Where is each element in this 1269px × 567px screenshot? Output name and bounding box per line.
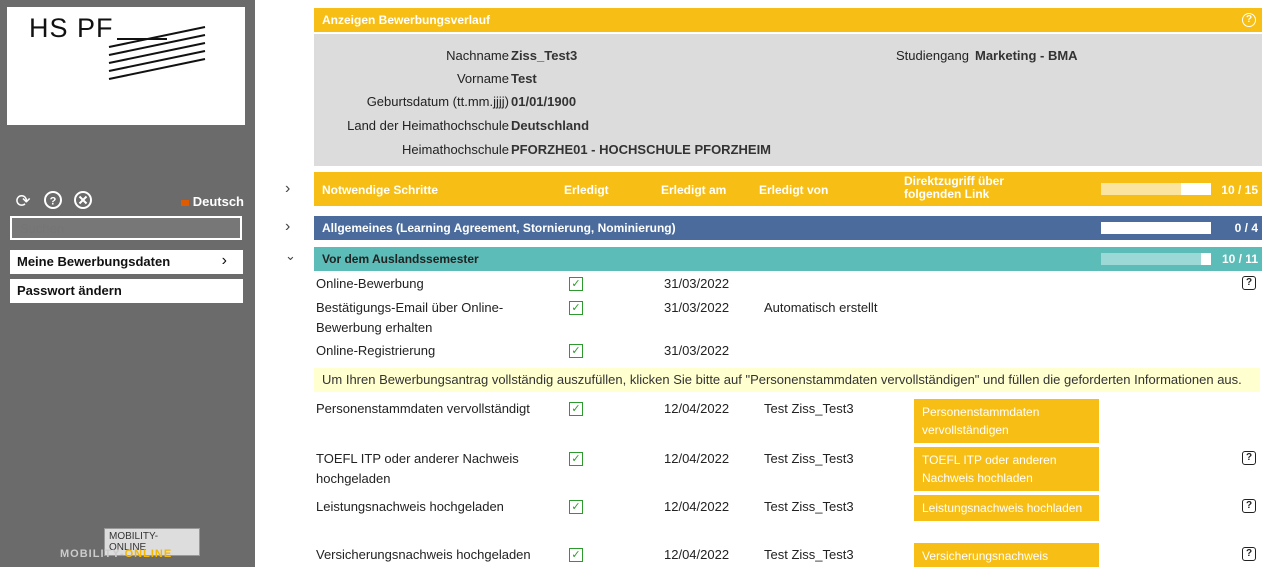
info-value-vorname: Test bbox=[511, 71, 537, 86]
section-allgemeines[interactable]: Allgemeines (Learning Agreement, Stornie… bbox=[314, 216, 1262, 240]
step-done-by: Test Ziss_Test3 bbox=[764, 499, 854, 514]
steps-progress-text: 10 / 15 bbox=[1221, 183, 1258, 197]
link-versicherungsnachweis-button[interactable]: Versicherungsnachweis bbox=[914, 543, 1099, 567]
step-done-by: Test Ziss_Test3 bbox=[764, 451, 854, 466]
sidebar-tools: ⟳ ? Deutsch bbox=[12, 190, 244, 212]
checkbox-checked-icon: ✓ bbox=[569, 344, 583, 358]
checkbox-checked-icon: ✓ bbox=[569, 277, 583, 291]
refresh-icon[interactable]: ⟳ bbox=[12, 190, 34, 212]
info-label-vorname: Vorname bbox=[456, 71, 509, 86]
col-header-erledigt-am: Erledigt am bbox=[661, 183, 727, 197]
logo-text: HS PF bbox=[29, 13, 114, 43]
steps-header: Notwendige Schritte Erledigt Erledigt am… bbox=[314, 172, 1262, 206]
chevron-down-icon[interactable]: ⌄ bbox=[285, 248, 296, 264]
main-content: Anzeigen Bewerbungsverlauf ? Nachname Zi… bbox=[314, 8, 1262, 166]
step-date: 12/04/2022 bbox=[664, 451, 730, 466]
checkbox-checked-icon: ✓ bbox=[569, 548, 583, 562]
page-header: Anzeigen Bewerbungsverlauf ? bbox=[314, 8, 1262, 32]
info-notice: Um Ihren Bewerbungsantrag vollständig au… bbox=[314, 368, 1260, 392]
university-logo: HS PF bbox=[7, 7, 245, 125]
language-label: Deutsch bbox=[192, 194, 244, 209]
page: HS PF ⟳ ? Deutsch Meine B bbox=[0, 0, 1269, 567]
step-name: Versicherungsnachweis hochgeladen bbox=[316, 547, 531, 562]
info-label-geburtsdatum: Geburtsdatum (tt.mm.jjjj) bbox=[366, 94, 509, 109]
checkbox-checked-icon: ✓ bbox=[569, 452, 583, 466]
allgemeines-progress-track bbox=[1101, 222, 1211, 234]
step-date: 12/04/2022 bbox=[664, 499, 730, 514]
info-label-land: Land der Heimathochschule bbox=[347, 118, 509, 133]
col-header-erledigt: Erledigt bbox=[564, 183, 609, 197]
wordmark-part-1: MOBILITY- bbox=[60, 548, 125, 560]
flag-icon bbox=[180, 199, 189, 206]
vor-progress-track bbox=[1101, 253, 1211, 265]
info-value-heimathochschule: PFORZHE01 - HOCHSCHULE PFORZHEIM bbox=[511, 142, 772, 157]
link-leistungsnachweis-button[interactable]: Leistungsnachweis hochladen bbox=[914, 495, 1099, 521]
checkbox-checked-icon: ✓ bbox=[569, 301, 583, 315]
step-done-by: Test Ziss_Test3 bbox=[764, 547, 854, 562]
step-name: Personenstammdaten vervollständigt bbox=[316, 401, 530, 416]
svg-text:?: ? bbox=[50, 196, 57, 208]
step-date: 12/04/2022 bbox=[664, 547, 730, 562]
logo-lines-icon bbox=[108, 26, 206, 80]
nav-item-label: Passwort ändern bbox=[17, 283, 122, 298]
vor-progress-text: 10 / 11 bbox=[1221, 252, 1258, 266]
help-icon[interactable]: ? bbox=[1242, 451, 1256, 465]
help-icon[interactable]: ? bbox=[1242, 13, 1256, 27]
help-icon[interactable]: ? bbox=[42, 190, 64, 212]
col-header-link: Direktzugriff über folgenden Link bbox=[904, 174, 1005, 201]
wordmark-part-2: ONLINE bbox=[124, 548, 173, 560]
chevron-right-icon[interactable]: › bbox=[285, 218, 290, 236]
applicant-info: Nachname Ziss_Test3 Vorname Test Geburts… bbox=[314, 34, 1262, 166]
close-icon[interactable] bbox=[72, 190, 94, 212]
search-input[interactable] bbox=[10, 216, 242, 240]
link-personenstammdaten-button[interactable]: Personenstammdaten vervollständigen bbox=[914, 399, 1099, 443]
step-date: 31/03/2022 bbox=[664, 300, 730, 315]
chevron-right-icon[interactable]: › bbox=[285, 180, 290, 198]
section-title: Allgemeines (Learning Agreement, Stornie… bbox=[322, 221, 676, 235]
nav-item-bewerbungsdaten[interactable]: Meine Bewerbungsdaten › bbox=[10, 250, 243, 274]
checkbox-checked-icon: ✓ bbox=[569, 500, 583, 514]
nav-item-passwort[interactable]: Passwort ändern bbox=[10, 279, 243, 303]
vor-progress-fill bbox=[1101, 253, 1202, 265]
step-date: 12/04/2022 bbox=[664, 401, 730, 416]
step-done-by: Test Ziss_Test3 bbox=[764, 401, 854, 416]
info-value-land: Deutschland bbox=[511, 118, 590, 133]
steps-title: Notwendige Schritte bbox=[322, 183, 439, 197]
link-toefl-button[interactable]: TOEFL ITP oder anderen Nachweis hochlade… bbox=[914, 447, 1099, 491]
page-title: Anzeigen Bewerbungsverlauf bbox=[322, 13, 491, 27]
mobility-online-wordmark: MOBILITY-ONLINE bbox=[60, 548, 172, 560]
section-vor-auslandssemester[interactable]: Vor dem Auslandssemester 10 / 11 bbox=[314, 247, 1262, 271]
step-name: Leistungsnachweis hochgeladen bbox=[316, 499, 504, 514]
chevron-right-icon: › bbox=[221, 252, 227, 269]
step-name: Bestätigungs-Email über Online-Bewerbung… bbox=[316, 300, 504, 335]
language-switch[interactable]: Deutsch bbox=[180, 194, 244, 209]
help-icon[interactable]: ? bbox=[1242, 547, 1256, 561]
col-header-erledigt-von: Erledigt von bbox=[759, 183, 829, 197]
checkbox-checked-icon: ✓ bbox=[569, 402, 583, 416]
info-label-heimathochschule: Heimathochschule bbox=[402, 142, 509, 157]
help-icon[interactable]: ? bbox=[1242, 276, 1256, 290]
step-date: 31/03/2022 bbox=[664, 343, 730, 358]
step-name: TOEFL ITP oder anderer Nachweis hochgela… bbox=[316, 451, 519, 486]
info-value-geburtsdatum: 01/01/1900 bbox=[511, 94, 577, 109]
help-icon[interactable]: ? bbox=[1242, 499, 1256, 513]
steps-progress-remaining bbox=[1181, 183, 1211, 195]
sidebar: HS PF ⟳ ? Deutsch Meine B bbox=[0, 0, 255, 567]
step-date: 31/03/2022 bbox=[664, 276, 730, 291]
step-name: Online-Registrierung bbox=[316, 343, 436, 358]
steps-progress-track bbox=[1101, 183, 1211, 195]
info-label-studiengang: Studiengang bbox=[895, 48, 969, 63]
info-value-studiengang: Marketing - BMA bbox=[975, 48, 1078, 63]
allgemeines-progress-text: 0 / 4 bbox=[1234, 221, 1258, 235]
nav-item-label: Meine Bewerbungsdaten bbox=[17, 254, 171, 269]
step-name: Online-Bewerbung bbox=[316, 276, 424, 291]
section-title: Vor dem Auslandssemester bbox=[322, 252, 479, 266]
steps-progress-fill bbox=[1101, 183, 1175, 195]
step-done-by: Automatisch erstellt bbox=[764, 300, 878, 315]
mobility-online-logo: MOBILITY-ONLINE MOBILITY-ONLINE bbox=[60, 528, 200, 564]
